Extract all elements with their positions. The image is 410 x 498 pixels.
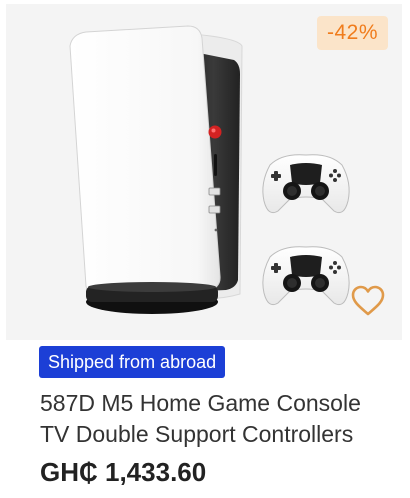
shipping-badge: Shipped from abroad [39,346,226,378]
product-price: GH₵ 1,433.60 [40,457,207,487]
heart-outline-icon [351,285,385,316]
product-title[interactable]: 587D M5 Home Game Console TV Double Supp… [40,388,390,450]
product-image[interactable] [6,4,402,340]
product-card[interactable]: -42% Shipped from abroad 587D M5 Home Ga… [0,0,410,498]
discount-badge: -42% [316,16,388,50]
wishlist-button[interactable] [350,284,386,318]
product-image-area[interactable]: -42% [6,4,402,340]
